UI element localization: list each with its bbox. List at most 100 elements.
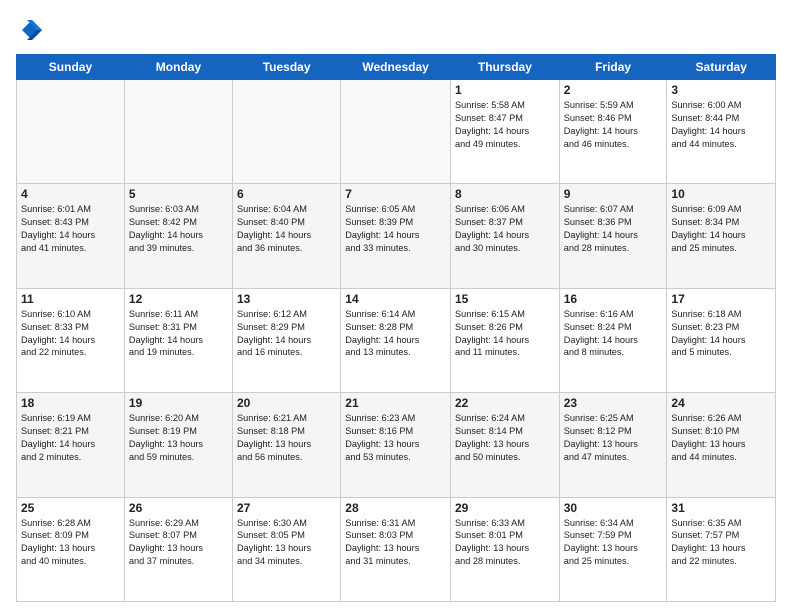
day-info: Sunrise: 5:58 AMSunset: 8:47 PMDaylight:… <box>455 99 555 151</box>
day-number: 31 <box>671 501 771 515</box>
day-number: 20 <box>237 396 336 410</box>
day-info: Sunrise: 6:24 AMSunset: 8:14 PMDaylight:… <box>455 412 555 464</box>
logo <box>16 16 48 44</box>
day-info: Sunrise: 6:12 AMSunset: 8:29 PMDaylight:… <box>237 308 336 360</box>
calendar-cell: 24 Sunrise: 6:26 AMSunset: 8:10 PMDayligh… <box>667 393 776 497</box>
day-info: Sunrise: 6:20 AMSunset: 8:19 PMDaylight:… <box>129 412 228 464</box>
calendar-cell: 3 Sunrise: 6:00 AMSunset: 8:44 PMDaylight… <box>667 80 776 184</box>
calendar-cell: 22 Sunrise: 6:24 AMSunset: 8:14 PMDayligh… <box>451 393 560 497</box>
calendar-header-monday: Monday <box>124 55 232 80</box>
day-info: Sunrise: 6:34 AMSunset: 7:59 PMDaylight:… <box>564 517 663 569</box>
day-info: Sunrise: 6:33 AMSunset: 8:01 PMDaylight:… <box>455 517 555 569</box>
calendar-header-thursday: Thursday <box>451 55 560 80</box>
header <box>16 16 776 44</box>
calendar-week-row: 1 Sunrise: 5:58 AMSunset: 8:47 PMDaylight… <box>17 80 776 184</box>
day-info: Sunrise: 6:25 AMSunset: 8:12 PMDaylight:… <box>564 412 663 464</box>
day-number: 29 <box>455 501 555 515</box>
day-number: 21 <box>345 396 446 410</box>
calendar-cell: 16Sunrise: 6:16 AMSunset: 8:24 PMDayligh… <box>559 288 667 392</box>
day-number: 17 <box>671 292 771 306</box>
calendar-header-tuesday: Tuesday <box>233 55 341 80</box>
day-number: 5 <box>129 187 228 201</box>
day-number: 9 <box>564 187 663 201</box>
day-info: Sunrise: 6:35 AMSunset: 7:57 PMDaylight:… <box>671 517 771 569</box>
day-number: 6 <box>237 187 336 201</box>
logo-icon <box>16 16 44 44</box>
day-number: 30 <box>564 501 663 515</box>
day-number: 27 <box>237 501 336 515</box>
calendar-cell: 11Sunrise: 6:10 AMSunset: 8:33 PMDayligh… <box>17 288 125 392</box>
calendar-cell: 28Sunrise: 6:31 AMSunset: 8:03 PMDayligh… <box>341 497 451 601</box>
calendar: SundayMondayTuesdayWednesdayThursdayFrid… <box>16 54 776 602</box>
calendar-cell: 1 Sunrise: 5:58 AMSunset: 8:47 PMDaylight… <box>451 80 560 184</box>
calendar-cell: 31 Sunrise: 6:35 AMSunset: 7:57 PMDayligh… <box>667 497 776 601</box>
day-info: Sunrise: 6:05 AMSunset: 8:39 PMDaylight:… <box>345 203 446 255</box>
day-info: Sunrise: 6:11 AMSunset: 8:31 PMDaylight:… <box>129 308 228 360</box>
day-number: 14 <box>345 292 446 306</box>
calendar-header-saturday: Saturday <box>667 55 776 80</box>
calendar-cell: 25 Sunrise: 6:28 AMSunset: 8:09 PMDayligh… <box>17 497 125 601</box>
day-number: 22 <box>455 396 555 410</box>
day-info: Sunrise: 6:30 AMSunset: 8:05 PMDaylight:… <box>237 517 336 569</box>
calendar-cell <box>341 80 451 184</box>
day-number: 7 <box>345 187 446 201</box>
day-info: Sunrise: 6:03 AMSunset: 8:42 PMDaylight:… <box>129 203 228 255</box>
day-info: Sunrise: 6:15 AMSunset: 8:26 PMDaylight:… <box>455 308 555 360</box>
day-number: 1 <box>455 83 555 97</box>
day-info: Sunrise: 6:01 AMSunset: 8:43 PMDaylight:… <box>21 203 120 255</box>
day-info: Sunrise: 6:14 AMSunset: 8:28 PMDaylight:… <box>345 308 446 360</box>
calendar-cell: 21Sunrise: 6:23 AMSunset: 8:16 PMDayligh… <box>341 393 451 497</box>
calendar-cell: 9 Sunrise: 6:07 AMSunset: 8:36 PMDaylight… <box>559 184 667 288</box>
calendar-cell: 30 Sunrise: 6:34 AMSunset: 7:59 PMDayligh… <box>559 497 667 601</box>
day-info: Sunrise: 6:29 AMSunset: 8:07 PMDaylight:… <box>129 517 228 569</box>
calendar-cell: 2 Sunrise: 5:59 AMSunset: 8:46 PMDaylight… <box>559 80 667 184</box>
calendar-cell <box>124 80 232 184</box>
calendar-header-sunday: Sunday <box>17 55 125 80</box>
page: SundayMondayTuesdayWednesdayThursdayFrid… <box>0 0 792 612</box>
day-number: 28 <box>345 501 446 515</box>
day-number: 24 <box>671 396 771 410</box>
day-number: 25 <box>21 501 120 515</box>
calendar-week-row: 11Sunrise: 6:10 AMSunset: 8:33 PMDayligh… <box>17 288 776 392</box>
day-number: 13 <box>237 292 336 306</box>
day-info: Sunrise: 6:18 AMSunset: 8:23 PMDaylight:… <box>671 308 771 360</box>
day-number: 23 <box>564 396 663 410</box>
day-info: Sunrise: 6:00 AMSunset: 8:44 PMDaylight:… <box>671 99 771 151</box>
day-info: Sunrise: 6:07 AMSunset: 8:36 PMDaylight:… <box>564 203 663 255</box>
day-number: 2 <box>564 83 663 97</box>
calendar-cell: 12Sunrise: 6:11 AMSunset: 8:31 PMDayligh… <box>124 288 232 392</box>
calendar-cell: 17 Sunrise: 6:18 AMSunset: 8:23 PMDayligh… <box>667 288 776 392</box>
calendar-header-friday: Friday <box>559 55 667 80</box>
calendar-header-row: SundayMondayTuesdayWednesdayThursdayFrid… <box>17 55 776 80</box>
day-number: 19 <box>129 396 228 410</box>
day-number: 10 <box>671 187 771 201</box>
calendar-cell: 19 Sunrise: 6:20 AMSunset: 8:19 PMDayligh… <box>124 393 232 497</box>
day-info: Sunrise: 6:21 AMSunset: 8:18 PMDaylight:… <box>237 412 336 464</box>
day-info: Sunrise: 6:28 AMSunset: 8:09 PMDaylight:… <box>21 517 120 569</box>
calendar-week-row: 25 Sunrise: 6:28 AMSunset: 8:09 PMDayligh… <box>17 497 776 601</box>
day-number: 8 <box>455 187 555 201</box>
calendar-cell: 14 Sunrise: 6:14 AMSunset: 8:28 PMDayligh… <box>341 288 451 392</box>
day-info: Sunrise: 6:04 AMSunset: 8:40 PMDaylight:… <box>237 203 336 255</box>
calendar-cell: 5 Sunrise: 6:03 AMSunset: 8:42 PMDaylight… <box>124 184 232 288</box>
calendar-cell <box>17 80 125 184</box>
day-number: 15 <box>455 292 555 306</box>
day-number: 3 <box>671 83 771 97</box>
calendar-cell: 6 Sunrise: 6:04 AMSunset: 8:40 PMDaylight… <box>233 184 341 288</box>
calendar-cell: 8 Sunrise: 6:06 AMSunset: 8:37 PMDaylight… <box>451 184 560 288</box>
calendar-cell: 29 Sunrise: 6:33 AMSunset: 8:01 PMDayligh… <box>451 497 560 601</box>
calendar-cell: 20 Sunrise: 6:21 AMSunset: 8:18 PMDayligh… <box>233 393 341 497</box>
calendar-cell <box>233 80 341 184</box>
day-number: 11 <box>21 292 120 306</box>
calendar-cell: 23 Sunrise: 6:25 AMSunset: 8:12 PMDayligh… <box>559 393 667 497</box>
calendar-cell: 18Sunrise: 6:19 AMSunset: 8:21 PMDayligh… <box>17 393 125 497</box>
calendar-cell: 26 Sunrise: 6:29 AMSunset: 8:07 PMDayligh… <box>124 497 232 601</box>
calendar-cell: 7 Sunrise: 6:05 AMSunset: 8:39 PMDaylight… <box>341 184 451 288</box>
day-number: 26 <box>129 501 228 515</box>
day-info: Sunrise: 6:09 AMSunset: 8:34 PMDaylight:… <box>671 203 771 255</box>
day-info: Sunrise: 5:59 AMSunset: 8:46 PMDaylight:… <box>564 99 663 151</box>
day-info: Sunrise: 6:06 AMSunset: 8:37 PMDaylight:… <box>455 203 555 255</box>
day-info: Sunrise: 6:26 AMSunset: 8:10 PMDaylight:… <box>671 412 771 464</box>
calendar-header-wednesday: Wednesday <box>341 55 451 80</box>
calendar-cell: 13 Sunrise: 6:12 AMSunset: 8:29 PMDayligh… <box>233 288 341 392</box>
